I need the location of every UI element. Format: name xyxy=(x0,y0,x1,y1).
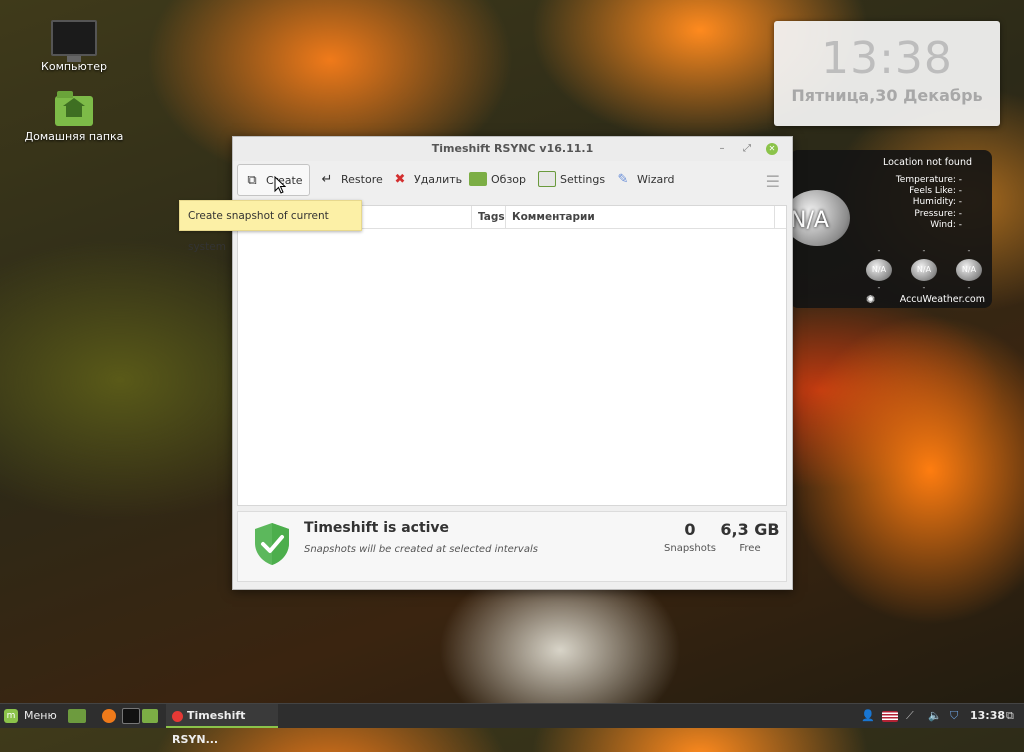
mint-logo-icon: m xyxy=(4,709,18,723)
keyboard-layout-flag-icon[interactable] xyxy=(882,704,898,728)
delete-label: Удалить xyxy=(414,172,463,186)
weather-location: Location not found xyxy=(882,157,972,168)
window-title: Timeshift RSYNC v16.11.1 xyxy=(431,142,594,155)
minimize-button[interactable]: – xyxy=(716,143,728,155)
delete-x-icon: ✖ xyxy=(394,171,406,187)
column-header-comments[interactable]: Комментарии xyxy=(505,206,780,228)
snapshots-stat: 0 Snapshots xyxy=(664,520,716,554)
forecast-day: - N/A - xyxy=(907,246,941,292)
delete-button[interactable]: ✖ Удалить xyxy=(386,164,468,194)
snapshots-label: Snapshots xyxy=(664,543,716,554)
files-launcher[interactable] xyxy=(142,704,158,728)
cloud-icon: N/A xyxy=(866,259,892,281)
terminal-icon xyxy=(122,708,140,724)
forecast-day: - N/A - xyxy=(952,246,986,292)
wizard-label: Wizard xyxy=(637,172,675,186)
show-desktop-icon xyxy=(68,709,86,723)
desktop-icon-home-folder[interactable]: Домашняя папка xyxy=(19,91,129,143)
folder-icon xyxy=(142,709,158,723)
status-title: Timeshift is active xyxy=(304,520,450,536)
sun-icon: ✺ xyxy=(866,293,876,306)
menu-icon[interactable]: ☰ xyxy=(766,172,780,191)
forecast-high: - xyxy=(967,246,971,255)
shield-check-icon xyxy=(255,523,289,565)
restore-arrow-icon: ↵ xyxy=(321,171,333,187)
computer-icon xyxy=(51,20,97,62)
weather-details: Temperature: - Feels Like: - Humidity: -… xyxy=(896,175,962,231)
firefox-icon xyxy=(102,709,116,723)
start-menu-button[interactable]: m Меню xyxy=(4,704,57,728)
toolbar: ⧉ Create ↵ Restore ✖ Удалить Обзор Setti… xyxy=(233,161,792,199)
user-icon[interactable]: 👤 xyxy=(861,704,875,728)
clock-time: 13:38 xyxy=(821,33,953,84)
close-button[interactable]: ✕ xyxy=(766,143,778,155)
clock-widget: 13:38 Пятница,30 Декабрь xyxy=(774,21,1000,126)
free-space-stat: 6,3 GB Free xyxy=(720,520,780,554)
folder-icon xyxy=(469,172,487,187)
weather-feels-like: Feels Like: - xyxy=(909,186,962,197)
settings-button[interactable]: Settings xyxy=(532,164,611,194)
window-titlebar[interactable]: Timeshift RSYNC v16.11.1 – ⤢ ✕ xyxy=(233,137,792,161)
weather-current: N/A xyxy=(790,208,829,233)
weather-temperature: Temperature: - xyxy=(895,175,962,185)
weather-forecast: - N/A - - N/A - - N/A - xyxy=(862,246,986,292)
wizard-wand-icon: ✎ xyxy=(617,171,629,187)
desktop-icon-label: Домашняя папка xyxy=(24,130,124,143)
column-header-tags[interactable]: Tags xyxy=(471,206,505,228)
shield-update-icon[interactable]: ⛉ xyxy=(950,704,958,728)
browse-label: Обзор xyxy=(491,172,527,186)
snapshots-count: 0 xyxy=(684,520,696,539)
network-icon[interactable]: ⟋ xyxy=(906,704,914,728)
menu-label: Меню xyxy=(24,709,57,722)
cloud-icon: N/A xyxy=(956,259,982,281)
forecast-low: - xyxy=(877,283,881,292)
maximize-button[interactable]: ⤢ xyxy=(741,143,753,155)
restore-label: Restore xyxy=(341,172,383,186)
forecast-low: - xyxy=(922,283,926,292)
volume-icon[interactable]: 🔈 xyxy=(928,704,942,728)
browse-button[interactable]: Обзор xyxy=(463,164,532,194)
restore-button[interactable]: ↵ Restore xyxy=(313,164,389,194)
forecast-high: - xyxy=(922,246,926,255)
terminal-launcher[interactable] xyxy=(122,704,140,728)
create-tooltip: Create snapshot of current system xyxy=(179,200,362,253)
firefox-launcher[interactable] xyxy=(102,704,116,728)
taskbar-window-timeshift[interactable]: Timeshift RSYN... xyxy=(166,704,278,746)
free-space-label: Free xyxy=(739,543,761,554)
snapshot-list[interactable]: Tags Комментарии xyxy=(237,205,787,506)
forecast-day: - N/A - xyxy=(862,246,896,292)
settings-icon xyxy=(538,171,556,187)
mouse-cursor-icon xyxy=(274,176,286,194)
settings-label: Settings xyxy=(560,172,606,186)
free-space-value: 6,3 GB xyxy=(720,520,780,539)
desktop-icon-computer[interactable]: Компьютер xyxy=(19,20,129,73)
status-subtitle: Snapshots will be created at selected in… xyxy=(304,544,538,555)
timeshift-app-icon xyxy=(172,710,183,722)
weather-widget: Location not found Temperature: - Feels … xyxy=(784,150,992,308)
home-folder-icon xyxy=(55,91,93,126)
forecast-low: - xyxy=(967,283,971,292)
weather-pressure: Pressure: - xyxy=(914,208,962,219)
clock-date: Пятница,30 Декабрь xyxy=(791,86,983,105)
task-title: Timeshift RSYN... xyxy=(172,709,246,746)
status-panel: Timeshift is active Snapshots will be cr… xyxy=(237,511,787,582)
taskbar-clock[interactable]: 13:38 xyxy=(970,704,1005,728)
show-desktop-button[interactable] xyxy=(68,704,86,728)
weather-humidity: Humidity: - xyxy=(912,197,962,208)
column-header-end xyxy=(774,206,783,228)
weather-wind: Wind: - xyxy=(930,219,962,230)
weather-provider-link[interactable]: AccuWeather.com xyxy=(900,294,985,305)
cloud-icon: N/A xyxy=(911,259,937,281)
taskbar: m Меню Timeshift RSYN... 👤 ⟋ 🔈 ⛉ 13:38 ⧉ xyxy=(0,703,1024,746)
workspace-switcher-icon[interactable]: ⧉ xyxy=(1006,704,1014,728)
create-snapshot-icon: ⧉ xyxy=(247,172,257,188)
wizard-button[interactable]: ✎ Wizard xyxy=(609,164,681,194)
forecast-high: - xyxy=(877,246,881,255)
